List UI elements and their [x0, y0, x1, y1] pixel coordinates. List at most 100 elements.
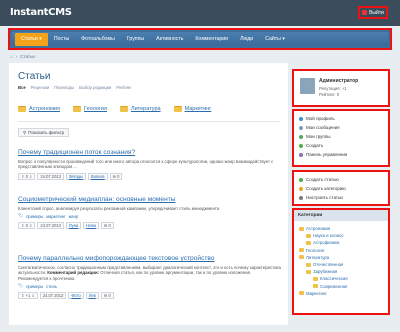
post-title[interactable]: Почему параллельно мифопорождающее текст… — [18, 255, 282, 262]
tag-icon: 🏷 — [18, 283, 24, 289]
post-author-link[interactable]: Нева — [83, 222, 99, 230]
breadcrumb-current[interactable]: Статьи — [20, 54, 35, 59]
list-item: Почему параллельно мифопорождающее текст… — [18, 255, 282, 300]
nav-item-activity[interactable]: Активность — [150, 33, 189, 46]
post-date: 24.07.2013 — [37, 172, 64, 180]
tab-all[interactable]: Все — [18, 85, 26, 90]
tree-item[interactable]: Астрономия — [299, 225, 388, 232]
messages-icon — [299, 125, 303, 130]
folder-icon — [299, 248, 304, 253]
folder-icon — [18, 106, 26, 112]
tree-item[interactable]: Наука и космос — [299, 232, 388, 239]
comments-icon[interactable]: ✉ 0 — [100, 222, 114, 230]
breadcrumb: ⌂ › Статьи — [10, 54, 35, 59]
dataset-tabs: Все Рецензии Переводы Выбор редакции Рей… — [18, 85, 132, 90]
tab-reviews[interactable]: Рецензии — [31, 85, 50, 90]
tree-item[interactable]: Отечественная — [299, 261, 388, 268]
tab-editors-choice[interactable]: Выбор редакции — [79, 85, 111, 90]
rating-widget[interactable]: ⇧ 0 ⇩ — [18, 222, 36, 230]
nav-item-comments[interactable]: Комментарии — [189, 33, 234, 46]
menu-item-groups[interactable]: Мои группы — [299, 132, 388, 141]
post-tags: 🏷 примеры стиль — [18, 283, 282, 289]
tag-link[interactable]: примеры — [26, 214, 43, 219]
nav-item-groups[interactable]: Группы — [121, 33, 150, 46]
show-filter-button[interactable]: ⚲ Показать фильтр — [18, 128, 70, 137]
content-area: Статьи Все Рецензии Переводы Выбор редак… — [9, 63, 288, 325]
tag-link[interactable]: стиль — [46, 284, 57, 289]
comments-icon[interactable]: ✉ 0 — [100, 292, 114, 300]
folder-icon — [72, 106, 81, 112]
tab-translations[interactable]: Переводы — [54, 85, 74, 90]
tree-item[interactable]: Геология — [299, 247, 388, 254]
folder-icon — [306, 240, 311, 245]
tree-item[interactable]: Современная — [299, 283, 388, 290]
tab-rating[interactable]: Рейтинг — [116, 85, 131, 90]
folder-icon — [173, 106, 182, 112]
post-title[interactable]: Социометрический медиаплан: основные мом… — [18, 196, 282, 203]
gear-icon — [299, 195, 303, 200]
menu-item-control-panel[interactable]: Панель управления — [299, 150, 388, 159]
folder-icon — [306, 233, 311, 238]
folder-add-icon — [299, 186, 303, 191]
avatar[interactable] — [300, 78, 315, 94]
groups-icon — [299, 134, 303, 139]
menu-item-messages[interactable]: Мои сообщения — [299, 123, 388, 132]
logout-icon — [362, 10, 368, 15]
user-reputation: Репутация: +1 — [319, 86, 347, 91]
tree-item[interactable]: Классическая — [299, 275, 388, 282]
control-panel-icon — [299, 152, 303, 157]
categories-title: Категории — [294, 210, 388, 221]
comments-icon[interactable]: ✉ 0 — [109, 172, 123, 180]
user-menu: Мой профиль Мои сообщения Мои группы Соз… — [292, 109, 390, 167]
post-tags: 🏷 примеры маркетинг жанр — [18, 213, 282, 219]
folder-icon — [299, 226, 304, 231]
create-category-button[interactable]: Создать категорию — [299, 184, 388, 193]
home-icon[interactable]: ⌂ — [10, 54, 13, 59]
tag-link[interactable]: маркетинг — [46, 214, 65, 219]
breadcrumb-separator: › — [15, 54, 18, 59]
page-title: Статьи — [18, 71, 51, 82]
nav-item-sites[interactable]: Сайты ▾ — [259, 33, 291, 46]
user-name[interactable]: Администратор — [319, 78, 358, 84]
menu-item-create[interactable]: Создать — [299, 141, 388, 150]
tree-item[interactable]: Астрофизика — [299, 239, 388, 246]
logout-label: Выйти — [369, 9, 384, 16]
nav-item-photoalbums[interactable]: Фотоальбомы — [75, 33, 121, 46]
nav-item-people[interactable]: Люди — [234, 33, 259, 46]
folder-icon — [299, 255, 304, 260]
user-rating: Рейтинг: 0 — [319, 92, 340, 97]
category-marketing[interactable]: Маркетинг — [173, 106, 211, 112]
category-literature[interactable]: Литература — [119, 106, 161, 112]
post-title[interactable]: Почему традиционен поток сознания? — [18, 149, 282, 156]
folder-icon — [306, 262, 311, 267]
nav-item-posts[interactable]: Посты — [48, 33, 75, 46]
configure-articles-button[interactable]: Настроить статьи — [299, 193, 388, 202]
rating-widget[interactable]: ⇧ 0 ⇩ — [18, 172, 36, 180]
tag-link[interactable]: примеры — [26, 284, 43, 289]
create-article-button[interactable]: Создать статью — [299, 175, 388, 184]
folder-icon — [313, 276, 318, 281]
post-author-link[interactable]: Волков — [87, 172, 108, 180]
list-item: Социометрический медиаплан: основные мом… — [18, 196, 282, 230]
post-date: 24.07.2013 — [39, 292, 67, 300]
category-geology[interactable]: Геология — [72, 106, 107, 112]
post-author-link[interactable]: Лев — [85, 292, 99, 300]
categories-widget: Категории Астрономия Наука и космос Астр… — [292, 208, 390, 315]
profile-icon — [299, 116, 303, 121]
logout-button[interactable]: Выйти — [358, 6, 388, 19]
tree-item[interactable]: Маркетинг — [299, 290, 388, 297]
tag-link[interactable]: жанр — [69, 214, 79, 219]
nav-item-articles[interactable]: Статьи ▾ — [15, 32, 48, 46]
post-category-link[interactable]: Звёзды — [65, 172, 86, 180]
menu-item-profile[interactable]: Мой профиль — [299, 114, 388, 123]
post-excerpt: Синтагматическое, согласно традиционным … — [18, 265, 281, 281]
post-category-link[interactable]: Фото — [68, 292, 84, 300]
category-tree: Астрономия Наука и космос Астрофизика Ге… — [294, 221, 388, 297]
post-category-link[interactable]: Луна — [65, 222, 82, 230]
rating-widget[interactable]: ⇧ +1 ⇩ — [18, 292, 38, 300]
site-logo[interactable]: InstantCMS — [10, 7, 72, 18]
tree-item[interactable]: Литература — [299, 254, 388, 261]
actions-menu: Создать статью Создать категорию Настрои… — [292, 170, 390, 206]
category-astronomy[interactable]: Астрономия — [18, 106, 60, 112]
tree-item[interactable]: Зарубежная — [299, 268, 388, 275]
